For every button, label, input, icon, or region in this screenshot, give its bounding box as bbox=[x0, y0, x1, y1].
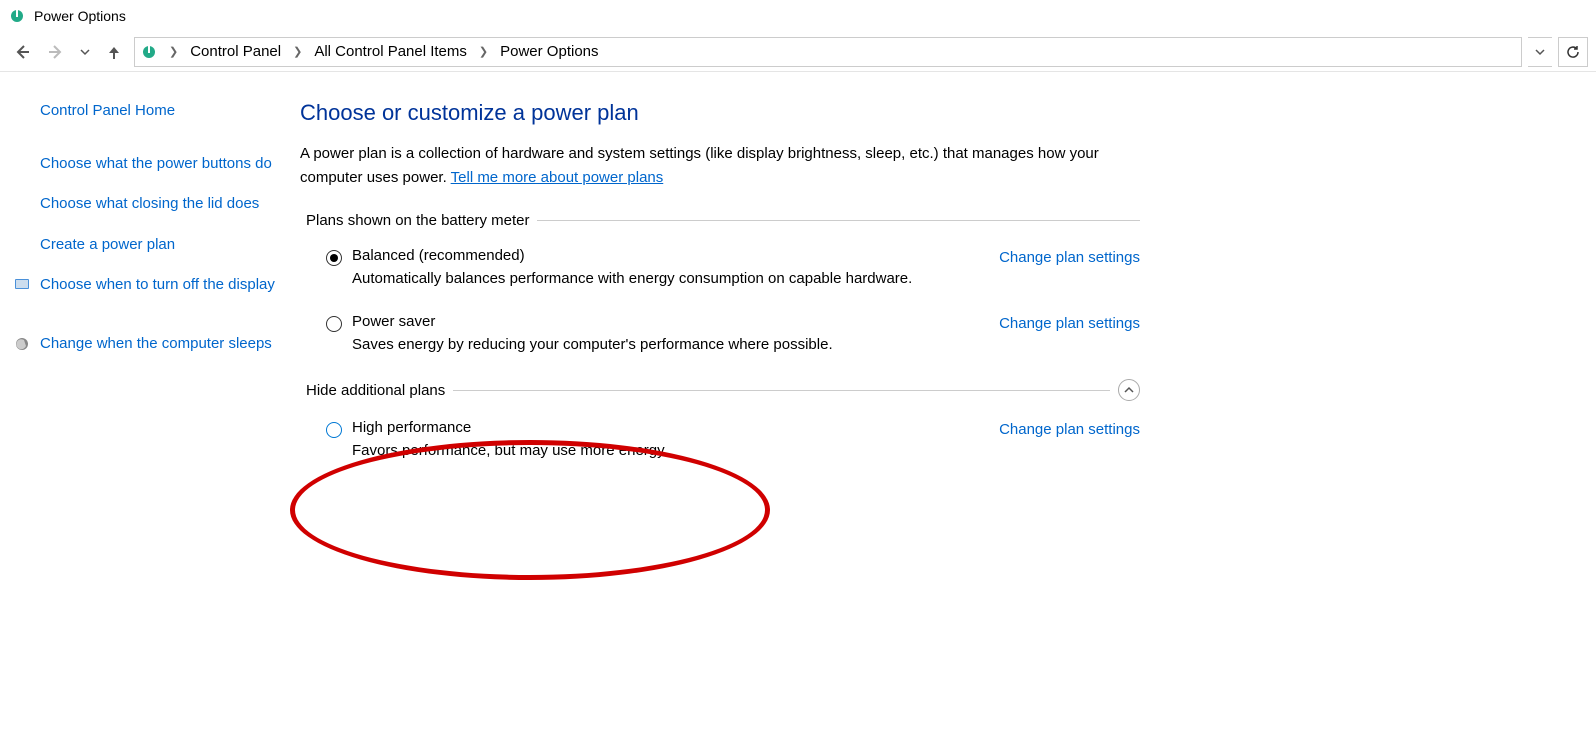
plan-name[interactable]: High performance bbox=[352, 419, 668, 436]
chevron-right-icon[interactable]: ❯ bbox=[473, 45, 494, 58]
display-icon bbox=[14, 277, 32, 295]
chevron-right-icon[interactable]: ❯ bbox=[287, 45, 308, 58]
plan-description: Saves energy by reducing your computer's… bbox=[352, 336, 833, 353]
main-panel: Choose or customize a power plan A power… bbox=[300, 100, 1180, 485]
intro-text: A power plan is a collection of hardware… bbox=[300, 142, 1140, 190]
sidebar: Control Panel Home Choose what the power… bbox=[0, 100, 300, 485]
plan-name[interactable]: Power saver bbox=[352, 313, 833, 330]
divider bbox=[453, 390, 1110, 391]
content-area: Control Panel Home Choose what the power… bbox=[0, 72, 1596, 485]
navigation-bar: ❯ Control Panel ❯ All Control Panel Item… bbox=[0, 32, 1596, 72]
control-panel-icon bbox=[139, 42, 159, 62]
sidebar-link-create-plan[interactable]: Create a power plan bbox=[40, 234, 280, 257]
sidebar-link-power-buttons[interactable]: Choose what the power buttons do bbox=[40, 153, 280, 176]
chevron-right-icon[interactable]: ❯ bbox=[163, 45, 184, 58]
change-plan-link[interactable]: Change plan settings bbox=[999, 421, 1140, 438]
forward-button[interactable] bbox=[42, 38, 70, 66]
annotation-ellipse bbox=[290, 440, 770, 580]
plan-row-balanced: Balanced (recommended) Automatically bal… bbox=[300, 247, 1140, 287]
sidebar-home-link[interactable]: Control Panel Home bbox=[40, 100, 280, 123]
refresh-button[interactable] bbox=[1558, 37, 1588, 67]
change-plan-link[interactable]: Change plan settings bbox=[999, 315, 1140, 332]
titlebar: Power Options bbox=[0, 0, 1596, 32]
plan-name[interactable]: Balanced (recommended) bbox=[352, 247, 912, 264]
sidebar-link-computer-sleeps[interactable]: Change when the computer sleeps bbox=[40, 333, 272, 356]
help-link[interactable]: Tell me more about power plans bbox=[451, 169, 664, 186]
section-label: Plans shown on the battery meter bbox=[300, 212, 529, 229]
address-dropdown[interactable] bbox=[1528, 37, 1552, 67]
section-header-primary: Plans shown on the battery meter bbox=[300, 212, 1140, 229]
intro-paragraph: A power plan is a collection of hardware… bbox=[300, 145, 1099, 186]
back-button[interactable] bbox=[8, 38, 36, 66]
plan-description: Favors performance, but may use more ene… bbox=[352, 442, 668, 459]
up-button[interactable] bbox=[100, 38, 128, 66]
plan-row-high-performance: High performance Favors performance, but… bbox=[300, 419, 1140, 459]
sleep-icon bbox=[14, 336, 32, 354]
radio-high-performance[interactable] bbox=[326, 422, 342, 438]
breadcrumb-item[interactable]: All Control Panel Items bbox=[310, 41, 471, 62]
collapse-toggle[interactable] bbox=[1118, 379, 1140, 401]
section-label: Hide additional plans bbox=[300, 382, 445, 399]
radio-power-saver[interactable] bbox=[326, 316, 342, 332]
breadcrumb-item[interactable]: Control Panel bbox=[186, 41, 285, 62]
address-bar[interactable]: ❯ Control Panel ❯ All Control Panel Item… bbox=[134, 37, 1522, 67]
window-title: Power Options bbox=[34, 8, 126, 24]
section-header-additional[interactable]: Hide additional plans bbox=[300, 379, 1140, 401]
breadcrumb-item[interactable]: Power Options bbox=[496, 41, 602, 62]
power-options-icon bbox=[8, 7, 26, 25]
history-dropdown[interactable] bbox=[76, 38, 94, 66]
plan-row-power-saver: Power saver Saves energy by reducing you… bbox=[300, 313, 1140, 353]
plan-description: Automatically balances performance with … bbox=[352, 270, 912, 287]
page-heading: Choose or customize a power plan bbox=[300, 100, 1140, 126]
radio-balanced[interactable] bbox=[326, 250, 342, 266]
change-plan-link[interactable]: Change plan settings bbox=[999, 249, 1140, 266]
sidebar-link-closing-lid[interactable]: Choose what closing the lid does bbox=[40, 193, 280, 216]
divider bbox=[537, 220, 1140, 221]
sidebar-link-turn-off-display[interactable]: Choose when to turn off the display bbox=[40, 274, 275, 297]
